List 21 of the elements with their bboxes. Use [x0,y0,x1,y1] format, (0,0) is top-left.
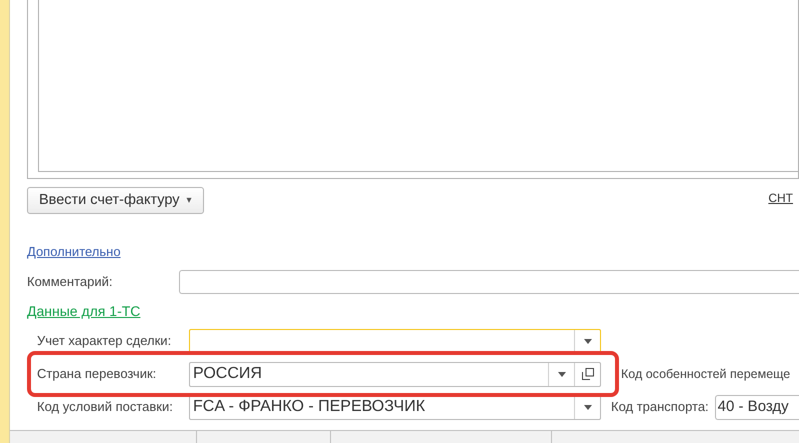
field-value: FCA - ФРАНКО - ПЕРЕВОЗЧИК [193,397,426,417]
combo-field[interactable]: РОССИЯ [189,362,601,386]
comment-field[interactable] [179,270,799,294]
snt-link[interactable]: СНТ [768,189,793,207]
dropdown-icon [584,338,592,344]
field-label: Код особенностей перемеще [621,366,790,383]
dropdown-icon [558,372,566,376]
field-label: Учет характер сделки: [37,334,172,348]
open-icon [582,368,594,380]
field-value: 40 - Возду [718,396,789,417]
field-label: Комментарий: [27,272,114,291]
combo-field[interactable]: 40 - Возду [714,394,799,420]
caret-icon: ▾ [186,193,192,208]
combo-field[interactable] [189,328,601,354]
field-value: РОССИЯ [193,364,262,384]
field-label: Код условий поставки: [37,400,174,414]
more-link[interactable]: Дополнительно [27,242,121,262]
invoice-button[interactable]: Ввести счет-фактуру ▾ [27,187,204,214]
dropdown-icon [584,404,592,410]
field-label: Код транспорта: [611,398,709,416]
field-label: Страна перевозчик: [37,367,158,381]
